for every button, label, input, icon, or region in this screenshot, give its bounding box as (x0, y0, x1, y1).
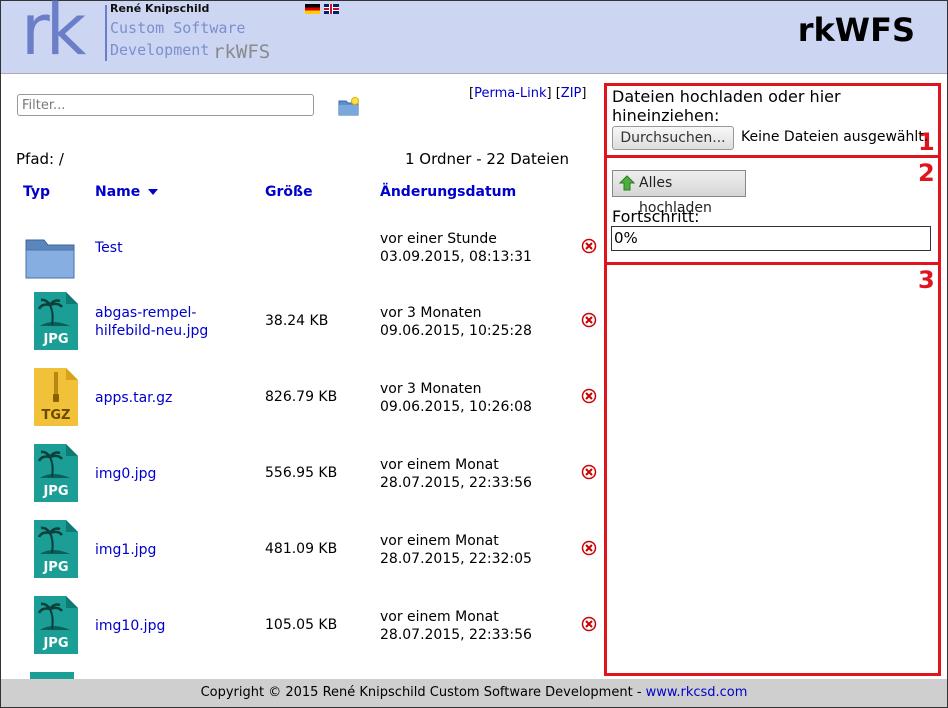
delete-icon[interactable] (581, 540, 597, 556)
logo-app-name: rkWFS (213, 41, 271, 63)
bracket: ] [ (546, 86, 561, 101)
logo-divider (105, 5, 107, 61)
column-name[interactable]: Name (95, 184, 159, 200)
file-name-line: img10.jpg (95, 618, 166, 634)
delete-icon[interactable] (581, 312, 597, 328)
column-type[interactable]: Typ (23, 184, 50, 200)
language-switcher (305, 4, 339, 14)
file-date-relative: vor einer Stunde (380, 231, 497, 247)
new-folder-icon[interactable] (338, 97, 360, 116)
logo-sub-line1: Custom Software (110, 19, 246, 37)
file-name-link[interactable]: apps.tar.gz (95, 389, 235, 407)
footer-copyright: Copyright © 2015 René Knipschild Custom … (200, 685, 646, 700)
permalink-link[interactable]: Perma-Link (474, 86, 546, 101)
upload-arrow-icon (619, 175, 635, 191)
file-size: 38.24 KB (265, 313, 329, 329)
file-size: 481.09 KB (265, 541, 338, 557)
zip-link[interactable]: ZIP (561, 86, 582, 101)
file-date-relative: vor 3 Monaten (380, 305, 482, 321)
footer: Copyright © 2015 René Knipschild Custom … (1, 679, 947, 707)
current-path: Pfad: / (16, 150, 64, 168)
file-date: vor einem Monat 28.07.2015, 22:32:05 (380, 532, 532, 568)
gb-flag-icon[interactable] (324, 4, 339, 14)
table-row[interactable]: JPG abgas-rempel-hilfebild-neu.jpg 38.24 K… (0, 292, 600, 368)
file-date-relative: vor einem Monat (380, 609, 499, 625)
progress-bar: 0% (611, 226, 931, 251)
table-row[interactable]: JPG img0.jpg 556.95 KB vor einem Monat 28.07… (0, 444, 600, 520)
file-name-link[interactable]: img0.jpg (95, 465, 235, 483)
column-size[interactable]: Größe (265, 184, 313, 200)
sort-desc-icon (148, 189, 159, 195)
file-date-absolute: 03.09.2015, 08:13:31 (380, 249, 532, 265)
file-date: vor einem Monat 28.07.2015, 22:33:56 (380, 608, 532, 644)
app-title: rkWFS (797, 11, 915, 49)
header: rk René Knipschild Custom Software Devel… (1, 0, 947, 74)
file-name-line: abgas-rempel- (95, 305, 197, 321)
file-date: vor 3 Monaten 09.06.2015, 10:25:28 (380, 304, 532, 340)
progress-text: 0% (614, 229, 638, 247)
file-name-line: hilfebild-neu.jpg (95, 323, 209, 339)
upload-queue-box (604, 262, 941, 676)
file-name-line: apps.tar.gz (95, 390, 173, 406)
file-name-link[interactable]: img10.jpg (95, 617, 235, 635)
file-name-link[interactable]: Test (95, 239, 235, 257)
item-count: 1 Ordner - 22 Dateien (405, 150, 570, 168)
column-date[interactable]: Änderungsdatum (380, 184, 516, 200)
delete-icon[interactable] (581, 238, 597, 254)
toolbar-links: [Perma-Link] [ZIP] (469, 86, 586, 101)
box-number-2: 2 (918, 159, 935, 187)
file-name-line: img0.jpg (95, 466, 157, 482)
logo-rk: rk (21, 0, 86, 71)
file-date-relative: vor einem Monat (380, 457, 499, 473)
file-date-absolute: 28.07.2015, 22:33:56 (380, 627, 532, 643)
logo-owner: René Knipschild (110, 2, 210, 15)
progress-label: Fortschritt: (612, 207, 700, 226)
box-number-3: 3 (918, 266, 935, 294)
file-date: vor einer Stunde 03.09.2015, 08:13:31 (380, 230, 532, 266)
no-files-text: Keine Dateien ausgewählt. (741, 129, 929, 145)
de-flag-icon[interactable] (305, 4, 320, 14)
column-name-label: Name (95, 184, 141, 200)
svg-text:JPG: JPG (42, 560, 68, 575)
file-name-line: Test (95, 240, 123, 256)
svg-text:JPG: JPG (42, 332, 68, 347)
file-size: 556.95 KB (265, 465, 338, 481)
delete-icon[interactable] (581, 464, 597, 480)
file-name-link[interactable]: abgas-rempel-hilfebild-neu.jpg (95, 304, 235, 340)
file-size: 826.79 KB (265, 389, 338, 405)
upload-all-button[interactable]: Alles hochladen (612, 170, 746, 216)
table-row[interactable]: JPG img1.jpg 481.09 KB vor einem Monat 28.07… (0, 520, 600, 596)
file-date: vor 3 Monaten 09.06.2015, 10:26:08 (380, 380, 532, 416)
file-name-line: img1.jpg (95, 542, 157, 558)
file-size: 105.05 KB (265, 617, 338, 633)
svg-text:JPG: JPG (42, 636, 68, 651)
file-date: vor einem Monat 28.07.2015, 22:33:56 (380, 456, 532, 492)
upload-drop-text: Dateien hochladen oder hier hineinziehen… (612, 87, 841, 125)
file-date-absolute: 09.06.2015, 10:25:28 (380, 323, 532, 339)
bracket: ] (581, 86, 587, 101)
browse-button[interactable]: Durchsuchen... (612, 126, 734, 150)
footer-link[interactable]: www.rkcsd.com (646, 685, 748, 700)
file-date-absolute: 28.07.2015, 22:33:56 (380, 475, 532, 491)
svg-text:TGZ: TGZ (42, 408, 71, 423)
table-row[interactable]: TGZ apps.tar.gz 826.79 KB vor 3 Monaten 09.0… (0, 368, 600, 444)
delete-icon[interactable] (581, 388, 597, 404)
svg-text:JPG: JPG (42, 484, 68, 499)
file-date-relative: vor einem Monat (380, 533, 499, 549)
table-row[interactable]: JPG img10.jpg 105.05 KB vor einem Monat 28.0… (0, 596, 600, 672)
file-date-relative: vor 3 Monaten (380, 381, 482, 397)
filter-input[interactable] (17, 94, 314, 116)
table-row[interactable]: Test vor einer Stunde 03.09.2015, 08:13:31 (0, 223, 600, 299)
delete-icon[interactable] (581, 616, 597, 632)
file-name-link[interactable]: img1.jpg (95, 541, 235, 559)
file-date-absolute: 28.07.2015, 22:32:05 (380, 551, 532, 567)
file-date-absolute: 09.06.2015, 10:26:08 (380, 399, 532, 415)
